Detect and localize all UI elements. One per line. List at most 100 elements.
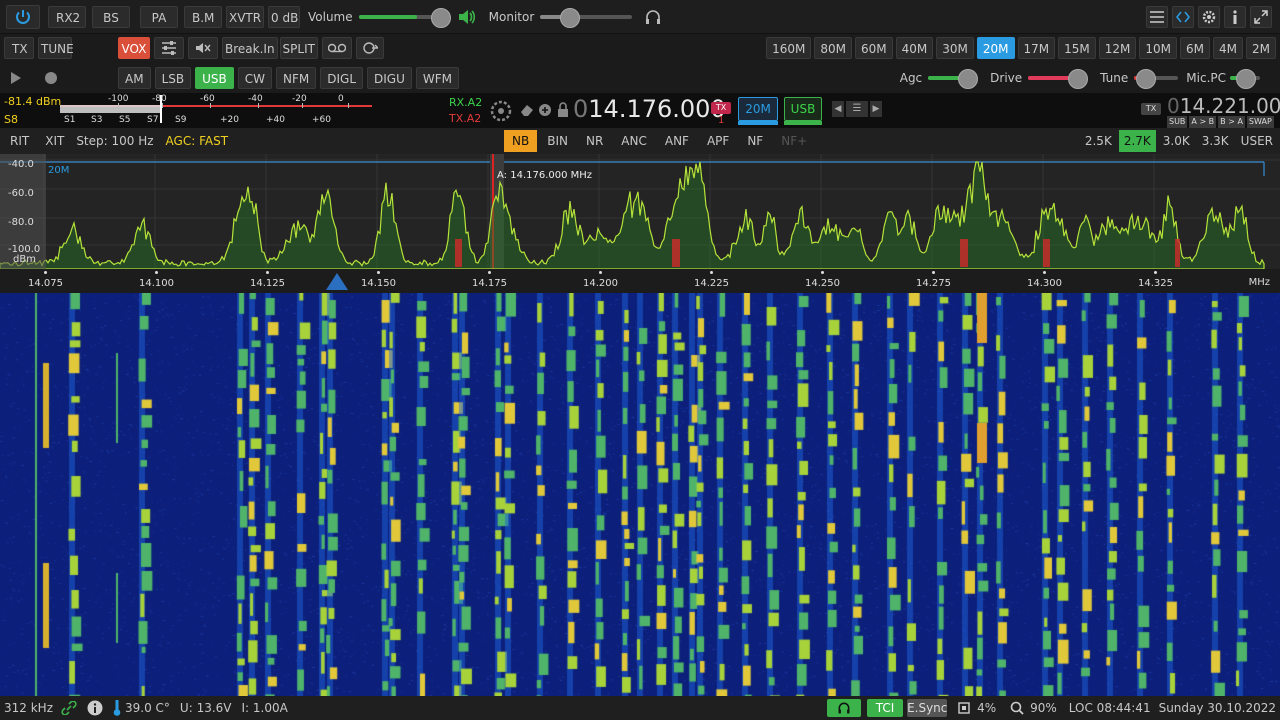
headphones-icon[interactable]	[644, 8, 662, 26]
filter-button-3.3k[interactable]: 3.3K	[1197, 130, 1234, 152]
eraser-icon[interactable]	[520, 103, 534, 117]
vfo-b-marker-icon[interactable]	[326, 273, 348, 290]
step-selector[interactable]: Step: 100 Hz	[76, 134, 153, 148]
drive-slider[interactable]	[1028, 69, 1089, 89]
filter-button-user[interactable]: USER	[1236, 130, 1278, 152]
filter-button-3.0k[interactable]: 3.0K	[1158, 130, 1195, 152]
waterfall-display[interactable]	[0, 293, 1280, 696]
band-button-12m[interactable]: 12M	[1098, 37, 1137, 59]
filter-button-2.5k[interactable]: 2.5K	[1080, 130, 1117, 152]
spectrum-panel[interactable]: -40.0 -60.0 -80.0 -100.0 dBm 20M A: 14.176.…	[0, 154, 1280, 269]
rit-toggle[interactable]: RIT	[10, 134, 29, 148]
sub-button-swap[interactable]: SWAP	[1246, 116, 1274, 128]
vfo-mode-button[interactable]: USB	[784, 97, 822, 121]
main-frequency[interactable]: 014.176.000	[573, 95, 726, 123]
sub-button-b-a[interactable]: B > A	[1218, 116, 1245, 128]
dsp-button-anf[interactable]: ANF	[657, 130, 697, 152]
link-icon[interactable]	[61, 701, 77, 715]
mute-button[interactable]	[188, 37, 218, 59]
mode-button-nfm[interactable]: NFM	[276, 67, 317, 89]
sub-frequency[interactable]: 014.221.000	[1167, 94, 1280, 118]
dsp-button-anc[interactable]: ANC	[613, 130, 655, 152]
tune-power-slider[interactable]	[1134, 69, 1179, 89]
mode-button-digu[interactable]: DIGU	[367, 67, 412, 89]
band-button-30m[interactable]: 30M	[936, 37, 974, 59]
band-button-17m[interactable]: 17M	[1017, 37, 1056, 59]
prev-icon[interactable]: ◀	[832, 101, 844, 117]
mixer-button[interactable]	[154, 37, 184, 59]
vfo-band-button[interactable]: 20M	[738, 97, 778, 121]
dsp-button-nf-plus[interactable]: NF+	[773, 130, 815, 152]
dsp-button-apf[interactable]: APF	[699, 130, 737, 152]
info-circle-icon[interactable]	[87, 700, 103, 716]
sub-button-sub[interactable]: SUB	[1167, 116, 1188, 128]
bs-button[interactable]: BS	[92, 5, 130, 28]
split-button[interactable]: SPLIT	[279, 37, 318, 59]
bm-button[interactable]: B.M	[184, 5, 222, 28]
code-button[interactable]	[1172, 5, 1194, 28]
recorder-button[interactable]	[321, 37, 352, 59]
band-button-20m[interactable]: 20M	[976, 37, 1015, 59]
add-memory-icon[interactable]	[538, 103, 552, 117]
voltage: U: 13.6V	[179, 701, 232, 715]
tune-button[interactable]: TUNE	[38, 37, 74, 59]
vox-button[interactable]: VOX	[118, 37, 150, 59]
micpc-slider[interactable]	[1230, 69, 1260, 89]
rx2-button[interactable]: RX2	[48, 5, 86, 28]
band-button-160m[interactable]: 160M	[766, 37, 812, 59]
xvtr-button[interactable]: XVTR	[226, 5, 264, 28]
agc-mode[interactable]: AGC: FAST	[166, 134, 229, 148]
meter-tick	[348, 103, 349, 108]
filter-button-2.7k[interactable]: 2.7K	[1118, 130, 1156, 152]
freq-label: 14.175	[472, 278, 507, 289]
audio-button[interactable]	[827, 699, 862, 717]
record-icon[interactable]	[44, 71, 58, 85]
next-icon[interactable]: ▶	[870, 101, 882, 117]
info-button[interactable]	[1224, 5, 1246, 28]
mode-button-wfm[interactable]: WFM	[415, 67, 459, 89]
menu-button[interactable]	[1146, 5, 1168, 28]
peak-hold-red	[672, 239, 680, 267]
tuning-knob-icon[interactable]	[490, 100, 512, 122]
breakin-button[interactable]: Break.In	[222, 37, 278, 59]
freq-tick	[710, 271, 713, 274]
frequency-scale[interactable]: 14.075 14.100 14.125 14.150 14.175 14.200 14.2…	[0, 269, 1280, 293]
monitor-slider[interactable]	[540, 7, 633, 28]
band-button-40m[interactable]: 40M	[895, 37, 934, 59]
esync-button[interactable]: E.Sync	[907, 699, 947, 717]
pa-button[interactable]: PA	[140, 5, 178, 28]
memory-nav[interactable]: ◀ ☰ ▶	[832, 101, 882, 117]
band-button-10m[interactable]: 10M	[1139, 37, 1177, 59]
band-button-2m[interactable]: 2M	[1246, 37, 1276, 59]
mode-button-cw[interactable]: CW	[237, 67, 272, 89]
agc-slider[interactable]	[928, 69, 979, 89]
dsp-button-nf[interactable]: NF	[739, 130, 771, 152]
band-button-60m[interactable]: 60M	[855, 37, 893, 59]
speaker-icon[interactable]	[457, 8, 477, 26]
dsp-button-bin[interactable]: BIN	[539, 130, 576, 152]
tci-button[interactable]: TCI	[867, 699, 904, 717]
band-button-4m[interactable]: 4M	[1213, 37, 1243, 59]
settings-button[interactable]	[1198, 5, 1220, 28]
power-button[interactable]	[6, 4, 40, 29]
mode-button-digl[interactable]: DIGL	[320, 67, 363, 89]
mode-button-lsb[interactable]: LSB	[154, 67, 192, 89]
meter-tick	[258, 103, 259, 108]
play-icon[interactable]	[10, 71, 22, 85]
dsp-button-nr[interactable]: NR	[578, 130, 611, 152]
dsp-button-nb[interactable]: NB	[504, 130, 538, 152]
attenuator-button[interactable]: 0 dB	[268, 5, 300, 28]
lock-icon[interactable]	[557, 102, 569, 118]
band-button-80m[interactable]: 80M	[814, 37, 852, 59]
xit-toggle[interactable]: XIT	[45, 134, 64, 148]
volume-slider[interactable]	[358, 7, 451, 28]
band-button-6m[interactable]: 6M	[1180, 37, 1210, 59]
fullscreen-button[interactable]	[1250, 5, 1272, 28]
memory-list-icon[interactable]: ☰	[846, 101, 868, 117]
mode-button-usb[interactable]: USB	[195, 67, 234, 89]
playback-button[interactable]	[355, 37, 384, 59]
tx-button[interactable]: TX	[4, 37, 34, 59]
sub-button-a-b[interactable]: A > B	[1189, 116, 1217, 128]
mode-button-am[interactable]: AM	[118, 67, 151, 89]
band-button-15m[interactable]: 15M	[1058, 37, 1096, 59]
